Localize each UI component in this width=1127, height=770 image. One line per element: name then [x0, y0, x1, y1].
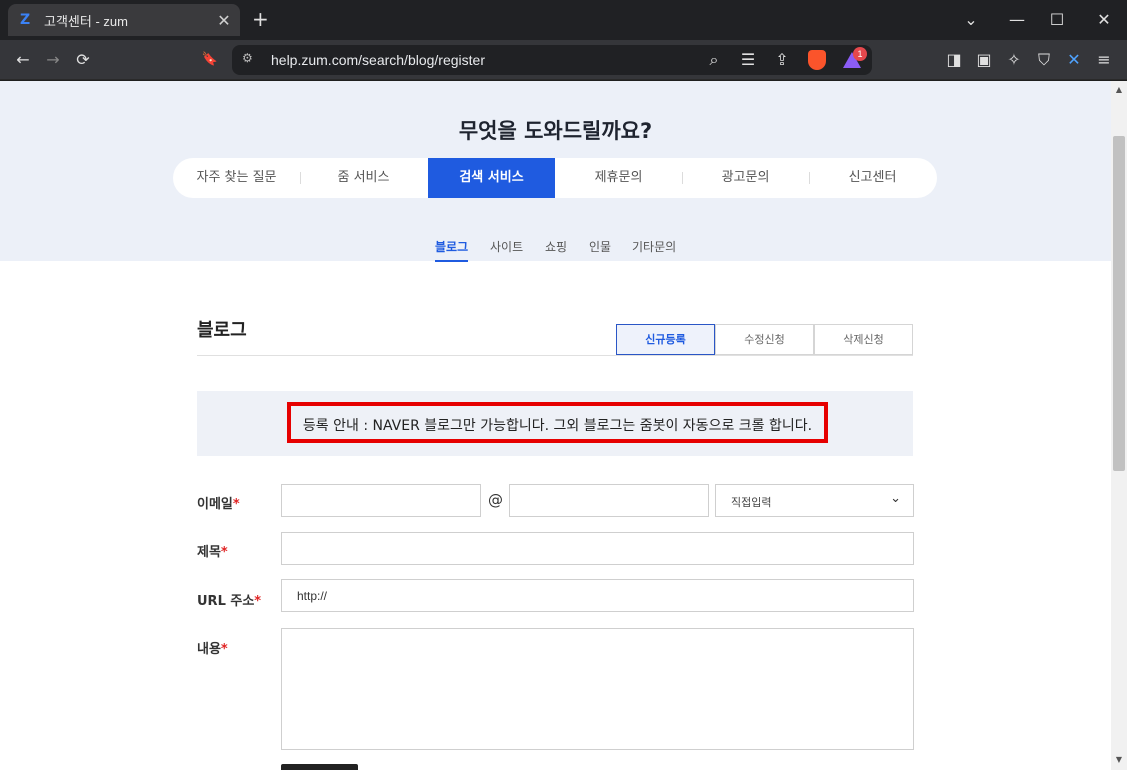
submit-button[interactable]: [281, 764, 358, 770]
tab-new-registration[interactable]: 신규등록: [616, 324, 715, 355]
scroll-up-arrow-icon[interactable]: ▲: [1114, 85, 1124, 94]
notice-text: 등록 안내 : NAVER 블로그만 가능합니다. 그외 블로그는 줌봇이 자동…: [302, 418, 813, 434]
close-window-button[interactable]: ✕: [1094, 10, 1114, 29]
browser-toolbar: ← → ⟳ 🔖 ⚙ help.zum.com/search/blog/regis…: [0, 40, 1127, 80]
tab-edit-request[interactable]: 수정신청: [715, 324, 814, 355]
email-domain-input[interactable]: [509, 484, 709, 517]
minimize-button[interactable]: —: [1007, 10, 1027, 29]
subnav-blog[interactable]: 블로그: [435, 238, 469, 262]
required-mark: *: [254, 594, 262, 609]
scrollbar-thumb[interactable]: [1113, 136, 1125, 471]
email-label-text: 이메일: [197, 497, 233, 512]
subnav-site[interactable]: 사이트: [490, 238, 523, 262]
new-tab-button[interactable]: +: [252, 9, 269, 29]
window-titlebar: Z 고객센터 - zum ✕ + ⌄ — ☐ ✕: [0, 0, 1127, 40]
extension-icon[interactable]: ✕: [1064, 50, 1084, 70]
url-input-value: http://: [297, 589, 328, 603]
section-title: 블로그: [197, 320, 247, 341]
content-textarea[interactable]: [281, 628, 914, 750]
tab-delete-request[interactable]: 삭제신청: [814, 324, 913, 355]
main-nav: 자주 찾는 질문 줌 서비스 검색 서비스 제휴문의 광고문의 신고센터: [173, 158, 937, 198]
nav-search-service[interactable]: 검색 서비스: [428, 158, 555, 198]
vpn-icon[interactable]: ⛉: [1034, 50, 1054, 70]
email-at-sign: @: [488, 491, 503, 509]
email-domain-select-value: 직접입력: [731, 496, 772, 509]
reload-icon[interactable]: ⟳: [73, 50, 93, 70]
tab-close-icon[interactable]: ✕: [216, 11, 232, 30]
back-arrow-icon[interactable]: ←: [13, 50, 33, 70]
content-label: 내용*: [197, 638, 228, 657]
url-label: URL 주소*: [197, 590, 261, 609]
sidebar-icon[interactable]: ◨: [944, 50, 964, 70]
section-divider: [197, 355, 913, 356]
required-mark: *: [232, 497, 240, 512]
share-icon[interactable]: ⇪: [772, 50, 792, 70]
email-label: 이메일*: [197, 493, 240, 512]
nav-partnership[interactable]: 제휴문의: [555, 158, 682, 198]
nav-advertising[interactable]: 광고문의: [682, 158, 809, 198]
required-mark: *: [220, 545, 228, 560]
required-mark: *: [220, 642, 228, 657]
nav-report-center[interactable]: 신고센터: [809, 158, 936, 198]
rewards-badge: 1: [853, 47, 867, 61]
title-input[interactable]: [281, 532, 914, 565]
content-label-text: 내용: [197, 642, 221, 657]
zoom-icon[interactable]: ⌕: [704, 50, 724, 70]
email-id-input[interactable]: [281, 484, 481, 517]
hero-section: 무엇을 도와드릴까요? 자주 찾는 질문 줌 서비스 검색 서비스 제휴문의 광…: [0, 81, 1111, 262]
page-scrollbar[interactable]: ▲ ▼: [1111, 81, 1127, 770]
tab-title: 고객센터 - zum: [44, 13, 128, 29]
reader-mode-icon[interactable]: ☰: [738, 50, 758, 70]
email-domain-select[interactable]: 직접입력 ⌄: [715, 484, 914, 517]
notice-panel: 등록 안내 : NAVER 블로그만 가능합니다. 그외 블로그는 줌봇이 자동…: [197, 391, 913, 456]
title-label-text: 제목: [197, 545, 221, 560]
forward-arrow-icon[interactable]: →: [43, 50, 63, 70]
url-label-text: URL 주소: [197, 594, 255, 609]
bookmark-icon[interactable]: 🔖: [200, 50, 220, 70]
page-content: 무엇을 도와드릴까요? 자주 찾는 질문 줌 서비스 검색 서비스 제휴문의 광…: [0, 81, 1111, 770]
chevron-down-icon: ⌄: [890, 491, 901, 506]
zum-favicon-icon: Z: [20, 12, 31, 28]
subnav-people[interactable]: 인물: [589, 238, 611, 262]
tab-search-chevron-icon[interactable]: ⌄: [961, 10, 981, 29]
hero-title: 무엇을 도와드릴까요?: [458, 119, 653, 143]
maximize-button[interactable]: ☐: [1047, 10, 1067, 29]
site-settings-icon[interactable]: ⚙: [242, 51, 258, 67]
nav-faq[interactable]: 자주 찾는 질문: [173, 158, 300, 198]
notice-highlight-box: 등록 안내 : NAVER 블로그만 가능합니다. 그외 블로그는 줌봇이 자동…: [287, 402, 828, 443]
address-bar[interactable]: ⚙ help.zum.com/search/blog/register ⌕ ☰ …: [232, 45, 872, 75]
subnav-shopping[interactable]: 쇼핑: [545, 238, 567, 262]
title-label: 제목*: [197, 541, 228, 560]
menu-icon[interactable]: ≡: [1094, 50, 1114, 70]
browser-tab[interactable]: Z 고객센터 - zum ✕: [8, 4, 240, 36]
brave-shields-icon[interactable]: [808, 50, 826, 70]
url-input[interactable]: http://: [281, 579, 914, 612]
scroll-down-arrow-icon[interactable]: ▼: [1114, 755, 1124, 764]
leo-ai-icon[interactable]: ✧: [1004, 50, 1024, 70]
subnav-other[interactable]: 기타문의: [632, 238, 676, 262]
nav-zum-service[interactable]: 줌 서비스: [300, 158, 427, 198]
wallet-icon[interactable]: ▣: [974, 50, 994, 70]
url-text[interactable]: help.zum.com/search/blog/register: [271, 52, 485, 68]
